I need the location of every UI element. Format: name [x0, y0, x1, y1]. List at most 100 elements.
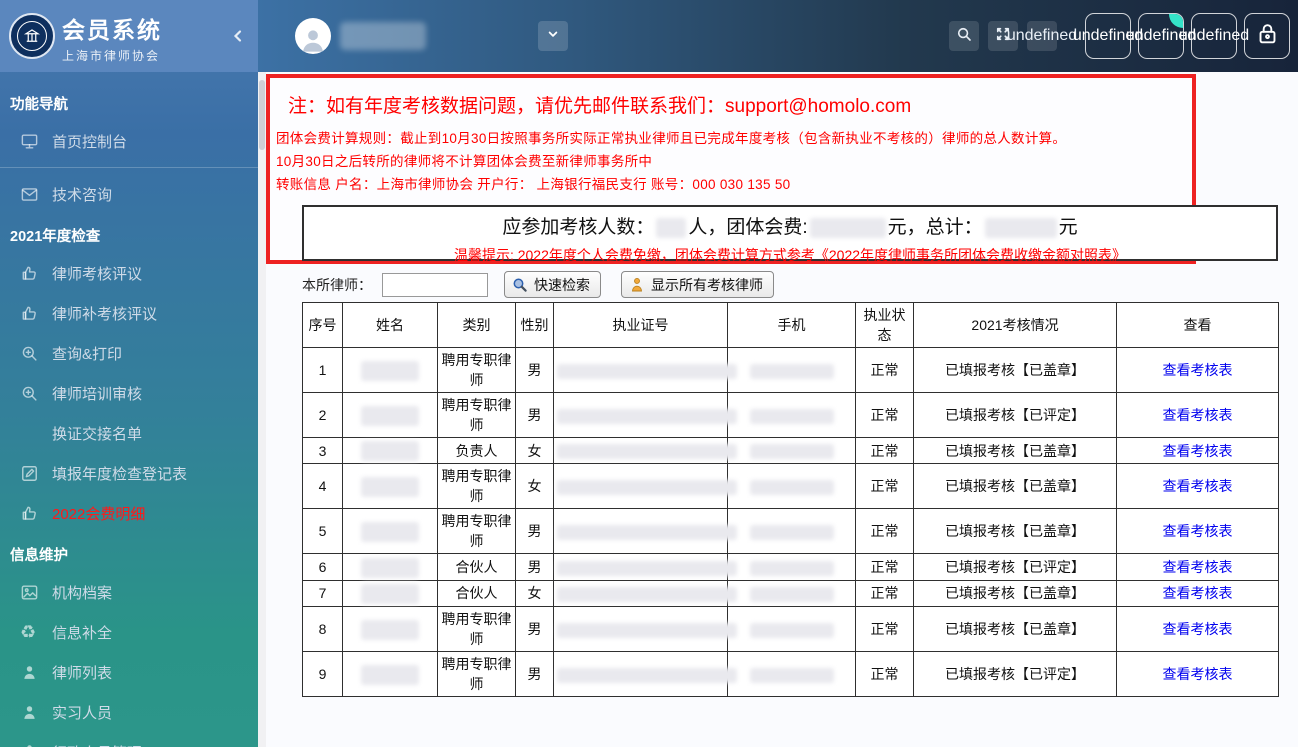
summary-after-people: 人，团体会费:	[688, 217, 808, 238]
phone-redacted	[749, 525, 834, 541]
sidebar-section-nav-features: 功能导航	[10, 97, 68, 113]
sidebar-item-label: 查询&打印	[52, 345, 123, 363]
assessment-summary-box: 应参加考核人数： 人，团体会费: 元，总计： 元 温馨提示: 2022年度个人会费免缴…	[302, 205, 1278, 263]
show-all-lawyers-label: 显示所有考核律师	[651, 276, 763, 293]
search-button[interactable]	[949, 21, 979, 51]
cell-gender: 男	[515, 392, 554, 438]
announcements-button[interactable]: undefined	[1073, 13, 1143, 59]
sidebar-item-home-console[interactable]: 首页控制台	[0, 121, 258, 161]
filters-button[interactable]: undefined	[1126, 13, 1196, 59]
cell-name-redacted	[342, 436, 438, 465]
sidebar-item-intern-list[interactable]: 实习人员	[0, 692, 258, 732]
lock-icon	[1254, 20, 1281, 52]
view-report-link[interactable]: 查看考核表	[1163, 523, 1233, 539]
view-report-link[interactable]: 查看考核表	[1163, 559, 1233, 575]
cell-category: 聘用专职律师	[437, 392, 516, 438]
user-avatar-button[interactable]	[295, 18, 426, 54]
scrollbar-track[interactable]	[258, 72, 266, 747]
cell-phone-redacted	[727, 579, 856, 607]
sidebar-item-label: 律师培训审核	[52, 385, 143, 403]
sidebar-collapse-icon[interactable]	[226, 24, 250, 48]
sidebar-item-lawyer-training-review[interactable]: 律师培训审核	[0, 373, 258, 413]
cell-phone-redacted	[727, 605, 856, 652]
cell-assessment: 已填报考核【已盖章】	[913, 579, 1117, 607]
sidebar-item-org-archive[interactable]: 机构档案	[0, 572, 258, 612]
cell-assessment: 已填报考核【已盖章】	[913, 605, 1117, 652]
show-all-lawyers-button[interactable]: 显示所有考核律师	[621, 271, 774, 298]
sidebar: 会员系统 上海市律师协会 功能导航 首页控制台 技术咨询 2021年度检查 律师考核评议…	[0, 0, 258, 747]
license-redacted	[557, 363, 737, 379]
view-report-link[interactable]: 查看考核表	[1163, 443, 1233, 459]
thumb-icon	[20, 304, 39, 323]
cell-name-redacted	[342, 553, 438, 581]
notice-line-3: 10月30日之后转所的律师将不计算团体会费至新律师事务所中	[276, 154, 653, 169]
send-button[interactable]: undefined	[1007, 21, 1077, 51]
cell-assessment: 已填报考核【已盖章】	[913, 436, 1117, 465]
lawyer-search-input[interactable]	[382, 272, 488, 297]
magnifier-icon	[511, 276, 529, 294]
cell-assessment: 已填报考核【已盖章】	[913, 508, 1117, 555]
cell-phone-redacted	[727, 392, 856, 438]
name-redacted	[361, 405, 419, 426]
sidebar-item-label: 信息补全	[52, 624, 113, 642]
quick-search-label: 快速检索	[534, 276, 590, 293]
view-report-link[interactable]: 查看考核表	[1163, 621, 1233, 637]
view-report-link[interactable]: 查看考核表	[1163, 666, 1233, 682]
cell-view: 查看考核表	[1116, 553, 1279, 581]
paper-plane-icon: undefined	[1006, 27, 1078, 44]
view-report-link[interactable]: 查看考核表	[1163, 478, 1233, 494]
envelope-icon	[20, 185, 39, 204]
sidebar-item-lawyer-assessment[interactable]: 律师考核评议	[0, 253, 258, 293]
cell-status: 正常	[855, 463, 914, 510]
sidebar-item-label: 实习人员	[52, 704, 113, 722]
settings-button[interactable]: undefined	[1179, 13, 1249, 59]
column-header: 手机	[727, 302, 856, 348]
chevron-down-icon	[544, 25, 562, 48]
sidebar-section-info-maintain: 信息维护	[10, 548, 68, 564]
scrollbar-thumb[interactable]	[259, 80, 265, 150]
license-redacted	[557, 622, 737, 638]
cell-view: 查看考核表	[1116, 436, 1279, 465]
cell-gender: 女	[515, 463, 554, 510]
sidebar-item-query-print[interactable]: 查询&打印	[0, 333, 258, 373]
sidebar-item-admin-staff[interactable]: 行政人员管理	[0, 732, 258, 747]
sidebar-item-info-completion[interactable]: ♻ 信息补全	[0, 612, 258, 652]
license-redacted	[557, 587, 737, 603]
summary-after-total: 元	[1058, 217, 1078, 238]
sidebar-item-tech-consult[interactable]: 技术咨询	[0, 174, 258, 214]
cell-license-redacted	[553, 579, 737, 607]
view-report-link[interactable]: 查看考核表	[1163, 407, 1233, 423]
view-report-link[interactable]: 查看考核表	[1163, 585, 1233, 601]
sidebar-item-label: 首页控制台	[52, 133, 128, 151]
person-icon	[628, 276, 646, 294]
cell-category: 合伙人	[437, 553, 516, 581]
view-report-link[interactable]: 查看考核表	[1163, 362, 1233, 378]
license-redacted	[557, 444, 737, 460]
table-row: 4 聘用专职律师女 正常 已填报考核【已盖章】 查看考核表	[302, 463, 1279, 510]
person-icon	[20, 663, 39, 682]
sidebar-item-cert-handover-list[interactable]: 换证交接名单	[0, 413, 258, 453]
sidebar-item-lawyer-makeup-assessment[interactable]: 律师补考核评议	[0, 293, 258, 333]
sidebar-item-lawyer-list[interactable]: 律师列表	[0, 652, 258, 692]
cell-gender: 男	[515, 605, 554, 652]
sidebar-item-annual-check-form[interactable]: 填报年度检查登记表	[0, 453, 258, 493]
cell-index: 8	[302, 605, 343, 652]
user-name-redacted	[340, 22, 426, 50]
cell-license-redacted	[553, 553, 737, 581]
topbar: undefined undefined undefined undefined	[258, 0, 1298, 72]
name-redacted	[361, 619, 419, 640]
cell-assessment: 已填报考核【已盖章】	[913, 463, 1117, 510]
cell-name-redacted	[342, 392, 438, 438]
column-header: 2021考核情况	[913, 302, 1117, 348]
user-menu-dropdown-button[interactable]	[538, 21, 568, 51]
quick-search-button[interactable]: 快速检索	[504, 271, 601, 298]
cell-view: 查看考核表	[1116, 650, 1279, 697]
cell-status: 正常	[855, 553, 914, 581]
sidebar-item-fee-detail-2022[interactable]: 2022会费明细	[0, 493, 258, 533]
cell-index: 5	[302, 508, 343, 555]
cell-phone-redacted	[727, 347, 856, 393]
none-icon	[20, 424, 39, 443]
cell-status: 正常	[855, 650, 914, 697]
lock-button[interactable]	[1244, 13, 1290, 59]
cell-index: 2	[302, 392, 343, 438]
